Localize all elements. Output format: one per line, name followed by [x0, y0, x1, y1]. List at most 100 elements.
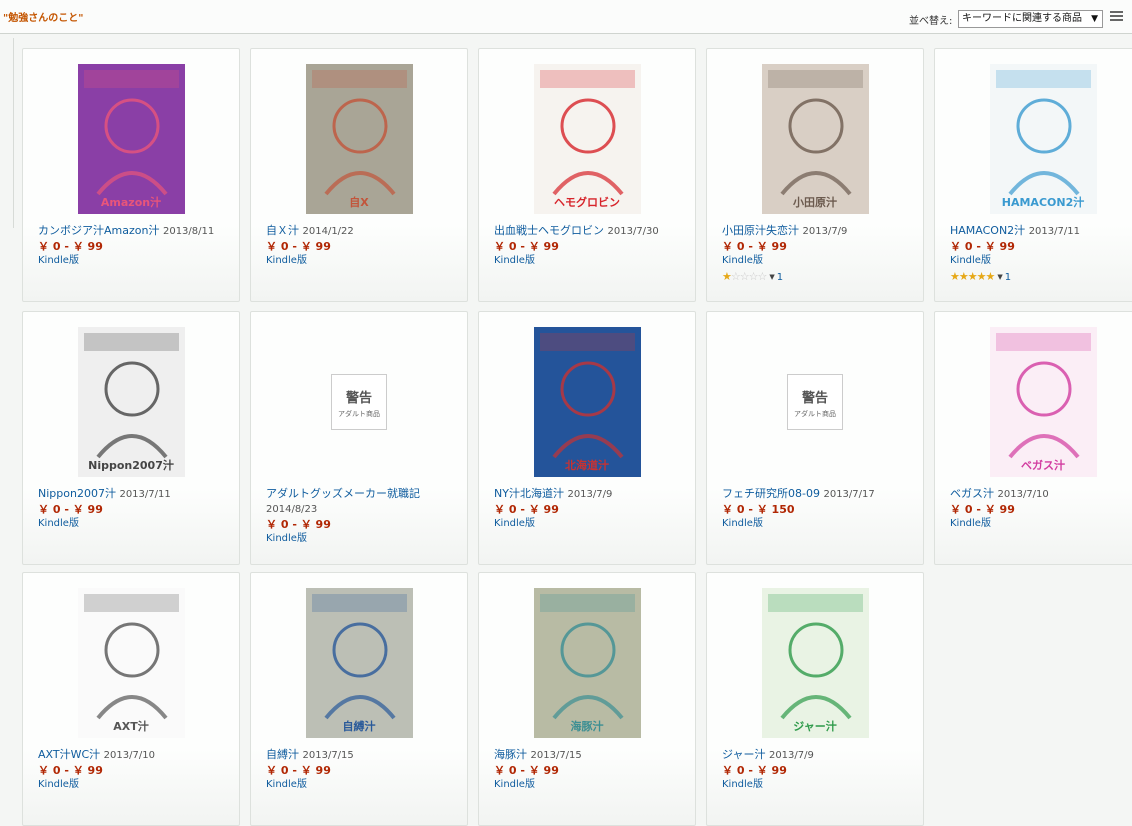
- release-date: 2013/7/10: [103, 750, 155, 761]
- format-link[interactable]: Kindle版: [266, 778, 461, 792]
- cover-caption: ジャー汁: [793, 719, 836, 733]
- product-card[interactable]: ベガス汁 ベガス汁 2013/7/10 ￥ 0 - ￥ 99 Kindle版: [934, 311, 1132, 565]
- rating: ★★★★★ ▼ 1: [950, 271, 1132, 284]
- product-card[interactable]: ジャー汁 ジャー汁 2013/7/9 ￥ 0 - ￥ 99 Kindle版: [706, 572, 924, 826]
- left-panel-edge: [0, 38, 14, 228]
- chevron-down-icon: ▼: [1091, 14, 1098, 24]
- product-card[interactable]: 海豚汁 海豚汁 2013/7/15 ￥ 0 - ￥ 99 Kindle版: [478, 572, 696, 826]
- product-card[interactable]: 小田原汁 小田原汁失恋汁 2013/7/9 ￥ 0 - ￥ 99 Kindle版…: [706, 48, 924, 302]
- product-card[interactable]: AXT汁 AXT汁WC汁 2013/7/10 ￥ 0 - ￥ 99 Kindle…: [22, 572, 240, 826]
- price-range: ￥ 0 - ￥ 99: [494, 503, 559, 516]
- price-range: ￥ 0 - ￥ 99: [266, 240, 331, 253]
- product-card[interactable]: 警告 アダルト商品 アダルトグッズメーカー就職記 2014/8/23 ￥ 0 -…: [250, 311, 468, 565]
- product-title[interactable]: フェチ研究所08-09: [722, 487, 820, 500]
- release-date: 2013/7/15: [530, 750, 582, 761]
- product-info: AXT汁WC汁 2013/7/10 ￥ 0 - ￥ 99 Kindle版: [38, 747, 233, 792]
- search-term: "勉強さんのこと": [3, 13, 84, 24]
- product-info: NY汁北海道汁 2013/7/9 ￥ 0 - ￥ 99 Kindle版: [494, 486, 689, 531]
- book-cover-image[interactable]: 小田原汁: [762, 64, 869, 214]
- product-info: 自縛汁 2013/7/15 ￥ 0 - ￥ 99 Kindle版: [266, 747, 461, 792]
- format-link[interactable]: Kindle版: [722, 778, 917, 792]
- format-link[interactable]: Kindle版: [38, 254, 233, 268]
- book-cover-image[interactable]: 自X: [306, 64, 413, 214]
- product-card[interactable]: Amazon汁 カンボジア汁Amazon汁 2013/8/11 ￥ 0 - ￥ …: [22, 48, 240, 302]
- product-title[interactable]: Nippon2007汁: [38, 487, 116, 500]
- format-link[interactable]: Kindle版: [494, 778, 689, 792]
- product-title[interactable]: AXT汁WC汁: [38, 748, 100, 761]
- price-range: ￥ 0 - ￥ 99: [38, 503, 103, 516]
- format-link[interactable]: Kindle版: [266, 532, 461, 546]
- product-card[interactable]: HAMACON2汁 HAMACON2汁 2013/7/11 ￥ 0 - ￥ 99…: [934, 48, 1132, 302]
- product-title[interactable]: 出血戦士ヘモグロビン: [494, 224, 604, 237]
- format-link[interactable]: Kindle版: [722, 517, 917, 531]
- adult-content-placeholder[interactable]: 警告 アダルト商品: [331, 374, 387, 430]
- cover-caption: ベガス汁: [1021, 458, 1065, 472]
- product-info: フェチ研究所08-09 2013/7/17 ￥ 0 - ￥ 150 Kindle…: [722, 486, 917, 531]
- book-cover-image[interactable]: 北海道汁: [534, 327, 641, 477]
- product-title[interactable]: 小田原汁失恋汁: [722, 224, 799, 237]
- product-card[interactable]: 警告 アダルト商品 フェチ研究所08-09 2013/7/17 ￥ 0 - ￥ …: [706, 311, 924, 565]
- product-title[interactable]: NY汁北海道汁: [494, 487, 564, 500]
- book-cover-image[interactable]: HAMACON2汁: [990, 64, 1097, 214]
- price-range: ￥ 0 - ￥ 99: [38, 240, 103, 253]
- product-title[interactable]: アダルトグッズメーカー就職記: [266, 487, 420, 500]
- product-card[interactable]: Nippon2007汁 Nippon2007汁 2013/7/11 ￥ 0 - …: [22, 311, 240, 565]
- format-link[interactable]: Kindle版: [494, 517, 689, 531]
- price-range: ￥ 0 - ￥ 99: [950, 240, 1015, 253]
- price-range: ￥ 0 - ￥ 99: [494, 240, 559, 253]
- product-card[interactable]: 自X 自Ｘ汁 2014/1/22 ￥ 0 - ￥ 99 Kindle版: [250, 48, 468, 302]
- product-title[interactable]: 自Ｘ汁: [266, 224, 299, 237]
- product-title[interactable]: ベガス汁: [950, 487, 994, 500]
- product-title[interactable]: 自縛汁: [266, 748, 299, 761]
- book-cover-image[interactable]: Amazon汁: [78, 64, 185, 214]
- product-title[interactable]: 海豚汁: [494, 748, 527, 761]
- format-link[interactable]: Kindle版: [38, 517, 233, 531]
- rating: ★☆☆☆☆ ▼ 1: [722, 271, 917, 284]
- book-cover-image[interactable]: ヘモグロビン: [534, 64, 641, 214]
- book-cover-image[interactable]: Nippon2007汁: [78, 327, 185, 477]
- format-link[interactable]: Kindle版: [266, 254, 461, 268]
- list-view-icon[interactable]: [1110, 11, 1123, 23]
- format-link[interactable]: Kindle版: [722, 254, 917, 268]
- star-rating-icon[interactable]: ★★★★★: [950, 270, 995, 283]
- product-title[interactable]: カンボジア汁Amazon汁: [38, 224, 159, 237]
- product-title[interactable]: ジャー汁: [722, 748, 765, 761]
- sort-selected-value: キーワードに関連する商品: [962, 13, 1082, 24]
- chevron-down-icon[interactable]: ▼: [769, 273, 774, 281]
- chevron-down-icon[interactable]: ▼: [997, 273, 1002, 281]
- cover-caption: Nippon2007汁: [88, 458, 174, 472]
- release-date: 2013/7/9: [567, 489, 613, 500]
- review-count[interactable]: 1: [1005, 272, 1011, 283]
- cover-caption: 自X: [349, 195, 369, 209]
- product-card[interactable]: 北海道汁 NY汁北海道汁 2013/7/9 ￥ 0 - ￥ 99 Kindle版: [478, 311, 696, 565]
- price-range: ￥ 0 - ￥ 150: [722, 503, 795, 516]
- product-card[interactable]: 自縛汁 自縛汁 2013/7/15 ￥ 0 - ￥ 99 Kindle版: [250, 572, 468, 826]
- product-info: 出血戦士ヘモグロビン 2013/7/30 ￥ 0 - ￥ 99 Kindle版: [494, 223, 689, 268]
- book-cover-image[interactable]: ジャー汁: [762, 588, 869, 738]
- placeholder-title: 警告: [801, 391, 828, 406]
- price-range: ￥ 0 - ￥ 99: [266, 764, 331, 777]
- product-info: 海豚汁 2013/7/15 ￥ 0 - ￥ 99 Kindle版: [494, 747, 689, 792]
- cover-caption: 海豚汁: [571, 719, 604, 733]
- book-cover-image[interactable]: ベガス汁: [990, 327, 1097, 477]
- review-count[interactable]: 1: [777, 272, 783, 283]
- product-title[interactable]: HAMACON2汁: [950, 224, 1025, 237]
- product-card[interactable]: ヘモグロビン 出血戦士ヘモグロビン 2013/7/30 ￥ 0 - ￥ 99 K…: [478, 48, 696, 302]
- star-rating-icon[interactable]: ★☆☆☆☆: [722, 270, 767, 283]
- book-cover-image[interactable]: AXT汁: [78, 588, 185, 738]
- book-cover-image[interactable]: 自縛汁: [306, 588, 413, 738]
- sort-dropdown[interactable]: キーワードに関連する商品 ▼: [958, 10, 1103, 28]
- adult-content-placeholder[interactable]: 警告 アダルト商品: [787, 374, 843, 430]
- product-info: Nippon2007汁 2013/7/11 ￥ 0 - ￥ 99 Kindle版: [38, 486, 233, 531]
- format-link[interactable]: Kindle版: [950, 517, 1132, 531]
- format-link[interactable]: Kindle版: [494, 254, 689, 268]
- price-range: ￥ 0 - ￥ 99: [494, 764, 559, 777]
- release-date: 2013/7/30: [607, 226, 659, 237]
- cover-caption: 北海道汁: [565, 458, 609, 472]
- placeholder-title: 警告: [345, 391, 372, 406]
- format-link[interactable]: Kindle版: [38, 778, 233, 792]
- cover-caption: Amazon汁: [101, 195, 161, 209]
- book-cover-image[interactable]: 海豚汁: [534, 588, 641, 738]
- format-link[interactable]: Kindle版: [950, 254, 1132, 268]
- price-range: ￥ 0 - ￥ 99: [38, 764, 103, 777]
